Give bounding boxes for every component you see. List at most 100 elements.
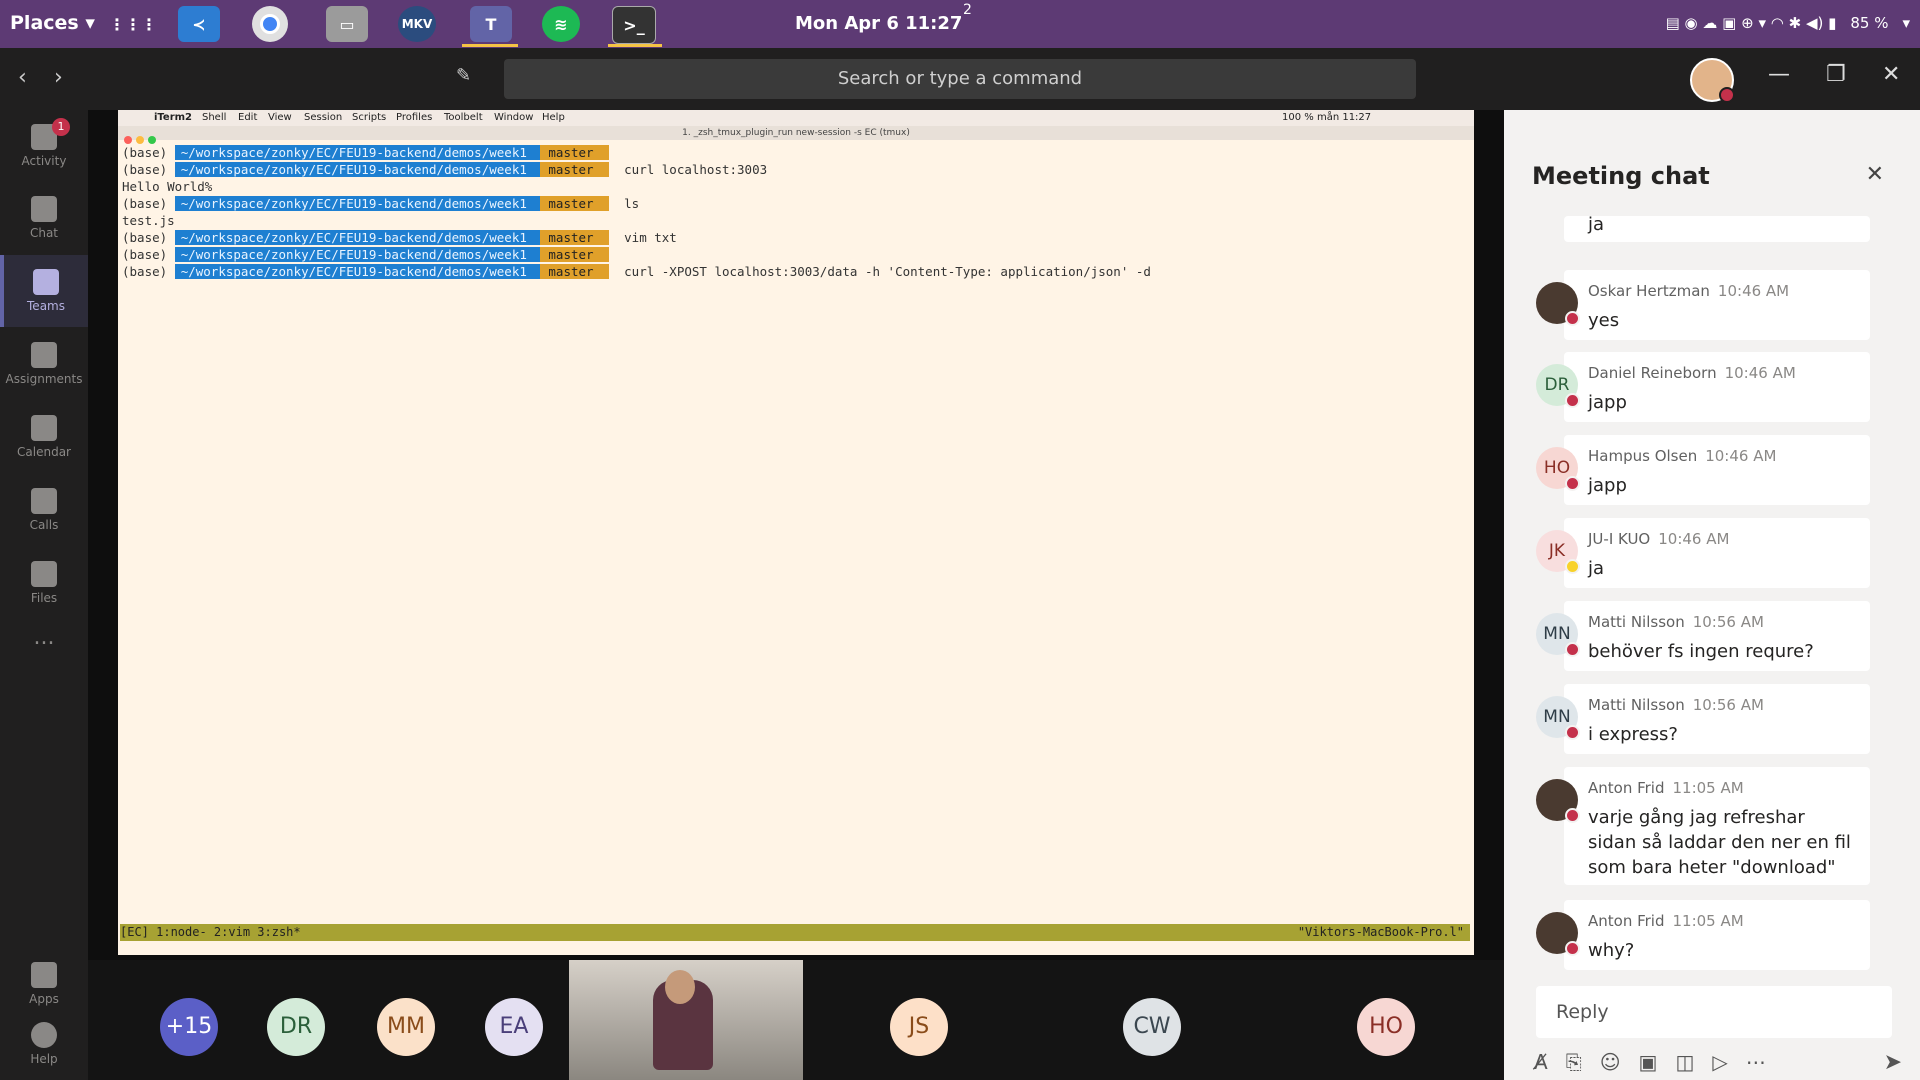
forward-arrow-icon[interactable]: ›	[54, 65, 63, 90]
user-avatar[interactable]	[1690, 58, 1735, 103]
back-arrow-icon[interactable]: ‹	[18, 65, 27, 90]
sender-avatar[interactable]	[1536, 779, 1580, 823]
rail-activity[interactable]: 1 Activity	[0, 110, 88, 182]
battery-label[interactable]: 85 %	[1850, 14, 1888, 32]
rail-chat[interactable]: Chat	[0, 182, 88, 254]
terminal-icon[interactable]: >_	[612, 6, 656, 44]
mac-menu-item: Help	[542, 112, 565, 123]
conda-env: (base)	[122, 264, 175, 279]
send-icon[interactable]: ➤	[1884, 1050, 1902, 1075]
terminal-line: (base) ~/workspace/zonky/EC/FEU19-backen…	[122, 161, 1151, 178]
rail-calls[interactable]: Calls	[0, 474, 88, 546]
close-icon[interactable]: ✕	[1882, 62, 1900, 87]
minimize-icon[interactable]: —	[1768, 62, 1790, 87]
conda-env: (base)	[122, 145, 175, 160]
presence-dot	[1565, 311, 1580, 326]
maximize-icon[interactable]: ❐	[1826, 62, 1846, 87]
chat-message[interactable]: Anton Frid 11:05 AM why?	[1564, 900, 1870, 970]
message-text: yes	[1588, 310, 1620, 331]
sender-avatar[interactable]: DR	[1536, 364, 1580, 408]
sender-avatar[interactable]	[1536, 282, 1580, 326]
chevron-down-icon[interactable]: ▾	[1902, 14, 1910, 32]
tray-icons[interactable]: ▤ ◉ ☁ ▣ ⊕ ▾ ◠ ✱ ◀) ▮	[1666, 14, 1837, 32]
message-sender: Matti Nilsson 10:56 AM	[1588, 696, 1764, 714]
sender-avatar[interactable]: JK	[1536, 530, 1580, 574]
participant-avatar[interactable]: CW	[1123, 998, 1181, 1056]
gif-icon[interactable]: ▣	[1639, 1050, 1658, 1074]
rail-teams[interactable]: Teams	[0, 255, 88, 327]
message-text: why?	[1588, 940, 1635, 961]
reply-input[interactable]: Reply	[1536, 986, 1892, 1038]
shared-screen: iTerm2 Shell Edit View Session Scripts P…	[118, 110, 1474, 955]
vscode-icon[interactable]: ≺	[178, 6, 220, 42]
calendar-icon	[31, 415, 57, 441]
message-sender: Anton Frid 11:05 AM	[1588, 779, 1744, 797]
close-icon[interactable]: ✕	[1866, 162, 1884, 187]
participant-overflow[interactable]: +15	[160, 998, 218, 1056]
sender-avatar[interactable]: HO	[1536, 447, 1580, 491]
rail-more[interactable]: ...	[0, 625, 88, 697]
more-options-icon[interactable]: ⋯	[1746, 1050, 1766, 1074]
participant-avatar[interactable]: DR	[267, 998, 325, 1056]
chat-message[interactable]: ja	[1564, 214, 1870, 242]
notification-count: 2	[963, 2, 972, 18]
rail-help[interactable]: Help	[0, 1008, 88, 1080]
participant-avatar[interactable]: EA	[485, 998, 543, 1056]
emoji-icon[interactable]: ☺	[1600, 1050, 1621, 1074]
teams-icon[interactable]: T	[470, 6, 512, 42]
meet-icon[interactable]: ▷	[1712, 1050, 1727, 1074]
rail-calendar[interactable]: Calendar	[0, 401, 88, 473]
sender-avatar[interactable]: MN	[1536, 696, 1580, 740]
mac-menu-item: iTerm2	[154, 112, 193, 123]
video-person-head	[665, 970, 695, 1004]
compose-icon[interactable]: ✎	[456, 65, 471, 86]
iterm-title: 1. _zsh_tmux_plugin_run new-session -s E…	[118, 126, 1474, 140]
prompt-path: ~/workspace/zonky/EC/FEU19-backend/demos…	[174, 230, 541, 245]
sender-avatar[interactable]	[1536, 912, 1580, 956]
zoom-dot-icon	[148, 136, 156, 144]
participant-avatar[interactable]: MM	[377, 998, 435, 1056]
mkv-icon[interactable]: MKV	[398, 6, 436, 42]
files-icon[interactable]: ▭	[326, 6, 368, 42]
teams-header: ‹ › ✎ Search or type a command — ❐ ✕	[0, 48, 1920, 110]
meeting-chat-panel: Meeting chat ✕ ja Oskar Hertzman 10:46 AM y…	[1504, 110, 1920, 1080]
rail-label: Files	[30, 591, 58, 605]
sticker-icon[interactable]: ◫	[1675, 1050, 1694, 1074]
command-text: ls	[609, 196, 640, 211]
help-icon	[31, 1022, 57, 1048]
chat-message[interactable]: JU-I KUO 10:46 AM ja	[1564, 518, 1870, 588]
chat-message[interactable]: Hampus Olsen 10:46 AM japp	[1564, 435, 1870, 505]
mac-menu-status: 100 % mån 11:27	[1282, 112, 1372, 123]
chat-message[interactable]: Anton Frid 11:05 AM varje gång jag refresh…	[1564, 767, 1870, 885]
search-input[interactable]: Search or type a command	[504, 59, 1416, 99]
rail-files[interactable]: Files	[0, 547, 88, 619]
message-time: 11:05 AM	[1672, 912, 1744, 930]
participant-avatar[interactable]: JS	[890, 998, 948, 1056]
mac-menu-item: Scripts	[352, 112, 387, 123]
format-icon[interactable]: A̸	[1534, 1050, 1548, 1074]
system-top-bar: Places ▾ ⋮⋮⋮ ≺ ▭ MKV T ≋ >_ Mon Apr 6 11…	[0, 0, 1920, 48]
chat-message[interactable]: Matti Nilsson 10:56 AM behöver fs ingen re…	[1564, 601, 1870, 671]
sender-avatar[interactable]: MN	[1536, 613, 1580, 657]
participant-video[interactable]	[569, 960, 803, 1080]
chat-title: Meeting chat	[1532, 162, 1710, 190]
chat-message[interactable]: Matti Nilsson 10:56 AM i express?	[1564, 684, 1870, 754]
presence-dot	[1565, 476, 1580, 491]
chat-message[interactable]: Oskar Hertzman 10:46 AM yes	[1564, 270, 1870, 340]
app-grid-icon[interactable]: ⋮⋮⋮	[109, 6, 157, 42]
chat-message[interactable]: Daniel Reineborn 10:46 AM japp	[1564, 352, 1870, 422]
attach-icon[interactable]: ⎘	[1566, 1050, 1582, 1074]
spotify-icon[interactable]: ≋	[542, 6, 580, 42]
terminal-line: (base) ~/workspace/zonky/EC/FEU19-backen…	[122, 195, 1151, 212]
mac-menu-item: Edit	[238, 112, 258, 123]
clock[interactable]: Mon Apr 6 11:27	[795, 13, 962, 34]
chrome-icon[interactable]	[252, 6, 288, 42]
places-menu[interactable]: Places ▾	[10, 12, 95, 34]
rail-assignments[interactable]: Assignments	[0, 328, 88, 400]
rail-label: Teams	[27, 299, 65, 313]
command-text: curl -XPOST localhost:3003/data -h 'Cont…	[609, 264, 1151, 279]
message-time: 10:56 AM	[1692, 696, 1764, 714]
rail-label: Calls	[29, 518, 59, 532]
prompt-path: ~/workspace/zonky/EC/FEU19-backend/demos…	[174, 196, 541, 211]
participant-avatar[interactable]: HO	[1357, 998, 1415, 1056]
